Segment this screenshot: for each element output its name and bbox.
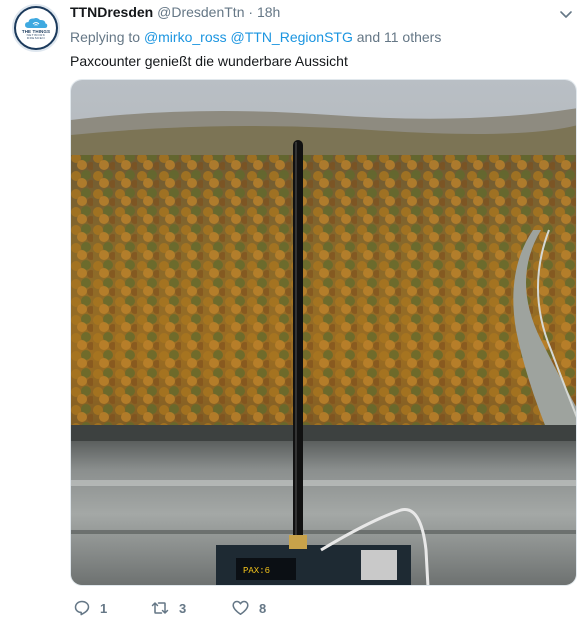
- avatar-logo: THE THINGS NETWORK DRESDEN: [16, 8, 56, 48]
- avatar-logo-city: DRESDEN: [26, 35, 46, 40]
- tweet-actions: 1 3 8: [70, 600, 370, 620]
- photo-scene: PAX:6: [71, 80, 576, 585]
- mention-link-ttn-region[interactable]: @TTN_RegionSTG: [231, 29, 353, 45]
- replying-to-others[interactable]: and 11 others: [357, 29, 442, 45]
- replying-to: Replying to @mirko_ross @TTN_RegionSTG a…: [70, 29, 441, 45]
- like-count: 8: [259, 600, 267, 616]
- separator-dot: ·: [248, 4, 254, 20]
- reply-action[interactable]: 1: [74, 600, 107, 616]
- like-action[interactable]: 8: [232, 600, 266, 616]
- mention-link-mirko[interactable]: @mirko_ross: [144, 29, 227, 45]
- tweet-timestamp[interactable]: 18h: [257, 4, 280, 20]
- device-screen-text: PAX:6: [243, 566, 270, 576]
- retweet-count: 3: [179, 600, 187, 616]
- user-handle[interactable]: @DresdenTtn: [157, 4, 244, 20]
- retweet-icon[interactable]: [151, 600, 169, 616]
- chevron-down-icon[interactable]: [558, 6, 574, 22]
- tweet-header: TTNDresden @DresdenTtn · 18h: [70, 4, 280, 20]
- retweet-action[interactable]: 3: [151, 600, 186, 616]
- cloud-logo-icon: [25, 17, 48, 28]
- display-name[interactable]: TTNDresden: [70, 4, 153, 20]
- avatar[interactable]: THE THINGS NETWORK DRESDEN: [12, 4, 60, 52]
- heart-icon[interactable]: [232, 600, 249, 616]
- replying-to-label: Replying to: [70, 29, 141, 45]
- tweet-photo[interactable]: PAX:6: [70, 79, 577, 586]
- reply-count: 1: [100, 600, 108, 616]
- reply-icon[interactable]: [74, 600, 90, 616]
- tweet[interactable]: THE THINGS NETWORK DRESDEN TTNDresden @D…: [0, 0, 584, 626]
- tweet-text: Paxcounter genießt die wunderbare Aussic…: [70, 53, 348, 69]
